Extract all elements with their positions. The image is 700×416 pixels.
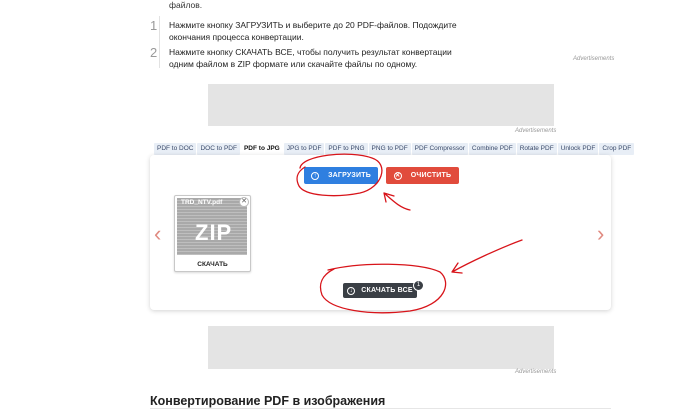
red-annotation-marks xyxy=(296,153,523,314)
upload-arrow-annotation xyxy=(383,192,411,211)
download-arrow-annotation xyxy=(451,239,523,274)
download-circle-annotation xyxy=(319,263,447,314)
upload-circle-annotation xyxy=(296,153,383,197)
